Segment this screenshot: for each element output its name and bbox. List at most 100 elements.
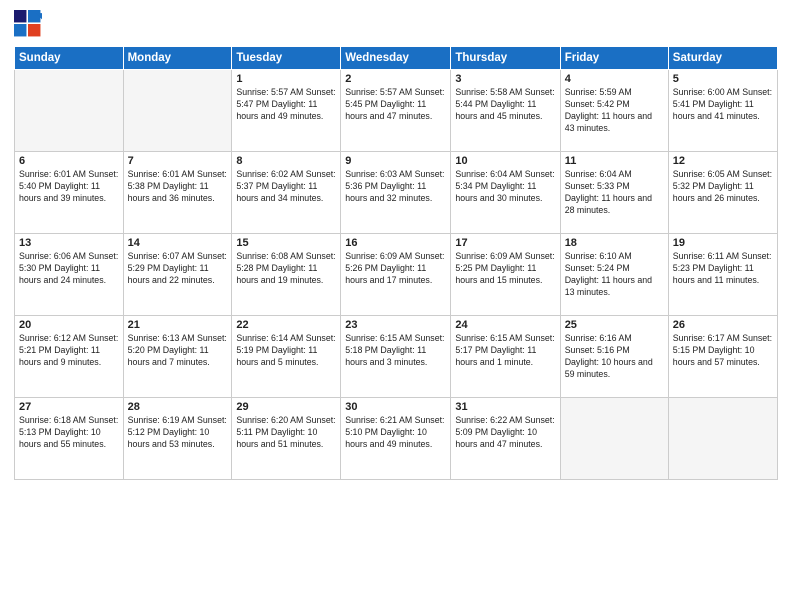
day-cell: 6 Sunrise: 6:01 AM Sunset: 5:40 PM Daylig… xyxy=(15,152,124,234)
day-detail: Sunrise: 5:58 AM Sunset: 5:44 PM Dayligh… xyxy=(455,87,555,123)
day-detail: Sunrise: 6:04 AM Sunset: 5:34 PM Dayligh… xyxy=(455,169,555,205)
day-cell: 30Sunrise: 6:21 AM Sunset: 5:10 PM Dayli… xyxy=(341,398,451,480)
day-cell: 14Sunrise: 6:07 AM Sunset: 5:29 PM Dayli… xyxy=(123,234,232,316)
day-number: 22 xyxy=(236,319,336,331)
day-detail: Sunrise: 5:59 AM Sunset: 5:42 PM Dayligh… xyxy=(565,87,664,135)
day-number: 3 xyxy=(455,73,555,85)
day-number: 21 xyxy=(128,319,228,331)
day-cell: 19 Sunrise: 6:11 AM Sunset: 5:23 PM Dayli… xyxy=(668,234,777,316)
day-cell: 22 Sunrise: 6:14 AM Sunset: 5:19 PM Dayli… xyxy=(232,316,341,398)
day-detail: Sunrise: 6:21 AM Sunset: 5:10 PM Dayligh… xyxy=(345,415,446,451)
day-number: 10 xyxy=(455,155,555,167)
day-cell: 4 Sunrise: 5:59 AM Sunset: 5:42 PM Daylig… xyxy=(560,70,668,152)
day-cell: 2 Sunrise: 5:57 AM Sunset: 5:45 PM Daylig… xyxy=(341,70,451,152)
day-cell: 8 Sunrise: 6:02 AM Sunset: 5:37 PM Daylig… xyxy=(232,152,341,234)
day-number: 5 xyxy=(673,73,773,85)
day-number: 28 xyxy=(128,401,228,413)
day-cell: 20 Sunrise: 6:12 AM Sunset: 5:21 PM Dayli… xyxy=(15,316,124,398)
day-cell: 26 Sunrise: 6:17 AM Sunset: 5:15 PM Dayli… xyxy=(668,316,777,398)
day-number: 27 xyxy=(19,401,119,413)
day-number: 23 xyxy=(345,319,446,331)
day-cell xyxy=(15,70,124,152)
day-cell: 28 Sunrise: 6:19 AM Sunset: 5:12 PM Dayli… xyxy=(123,398,232,480)
weekday-header-tuesday: Tuesday xyxy=(232,47,341,70)
week-row-3: 20 Sunrise: 6:12 AM Sunset: 5:21 PM Dayli… xyxy=(15,316,778,398)
day-detail: Sunrise: 6:08 AM Sunset: 5:28 PM Dayligh… xyxy=(236,251,336,287)
day-cell: 9 Sunrise: 6:03 AM Sunset: 5:36 PM Daylig… xyxy=(341,152,451,234)
day-detail: Sunrise: 6:06 AM Sunset: 5:30 PM Dayligh… xyxy=(19,251,119,287)
day-number: 9 xyxy=(345,155,446,167)
weekday-header-wednesday: Wednesday xyxy=(341,47,451,70)
day-cell: 17 Sunrise: 6:09 AM Sunset: 5:25 PM Dayli… xyxy=(451,234,560,316)
day-cell: 21 Sunrise: 6:13 AM Sunset: 5:20 PM Dayli… xyxy=(123,316,232,398)
day-detail: Sunrise: 6:20 AM Sunset: 5:11 PM Dayligh… xyxy=(236,415,336,451)
weekday-header-saturday: Saturday xyxy=(668,47,777,70)
day-cell: 25 Sunrise: 6:16 AM Sunset: 5:16 PM Dayli… xyxy=(560,316,668,398)
day-detail: Sunrise: 6:10 AM Sunset: 5:24 PM Dayligh… xyxy=(565,251,664,299)
day-detail: Sunrise: 5:57 AM Sunset: 5:45 PM Dayligh… xyxy=(345,87,446,123)
day-cell: 12 Sunrise: 6:05 AM Sunset: 5:32 PM Dayli… xyxy=(668,152,777,234)
day-detail: Sunrise: 6:01 AM Sunset: 5:38 PM Dayligh… xyxy=(128,169,228,205)
day-detail: Sunrise: 6:14 AM Sunset: 5:19 PM Dayligh… xyxy=(236,333,336,369)
day-detail: Sunrise: 6:15 AM Sunset: 5:17 PM Dayligh… xyxy=(455,333,555,369)
day-detail: Sunrise: 6:02 AM Sunset: 5:37 PM Dayligh… xyxy=(236,169,336,205)
day-number: 2 xyxy=(345,73,446,85)
weekday-header-thursday: Thursday xyxy=(451,47,560,70)
day-number: 20 xyxy=(19,319,119,331)
day-number: 26 xyxy=(673,319,773,331)
day-cell xyxy=(668,398,777,480)
week-row-4: 27 Sunrise: 6:18 AM Sunset: 5:13 PM Dayli… xyxy=(15,398,778,480)
day-cell: 7 Sunrise: 6:01 AM Sunset: 5:38 PM Daylig… xyxy=(123,152,232,234)
day-detail: Sunrise: 6:13 AM Sunset: 5:20 PM Dayligh… xyxy=(128,333,228,369)
day-detail: Sunrise: 6:11 AM Sunset: 5:23 PM Dayligh… xyxy=(673,251,773,287)
calendar-table: SundayMondayTuesdayWednesdayThursdayFrid… xyxy=(14,46,778,480)
day-number: 1 xyxy=(236,73,336,85)
day-detail: Sunrise: 6:04 AM Sunset: 5:33 PM Dayligh… xyxy=(565,169,664,217)
day-number: 25 xyxy=(565,319,664,331)
day-detail: Sunrise: 6:01 AM Sunset: 5:40 PM Dayligh… xyxy=(19,169,119,205)
day-cell: 11Sunrise: 6:04 AM Sunset: 5:33 PM Dayli… xyxy=(560,152,668,234)
weekday-header-friday: Friday xyxy=(560,47,668,70)
day-cell xyxy=(123,70,232,152)
day-cell xyxy=(560,398,668,480)
day-detail: Sunrise: 6:17 AM Sunset: 5:15 PM Dayligh… xyxy=(673,333,773,369)
day-cell: 15Sunrise: 6:08 AM Sunset: 5:28 PM Dayli… xyxy=(232,234,341,316)
day-number: 4 xyxy=(565,73,664,85)
day-number: 8 xyxy=(236,155,336,167)
day-detail: Sunrise: 6:03 AM Sunset: 5:36 PM Dayligh… xyxy=(345,169,446,205)
day-number: 16 xyxy=(345,237,446,249)
day-cell: 13 Sunrise: 6:06 AM Sunset: 5:30 PM Dayli… xyxy=(15,234,124,316)
day-detail: Sunrise: 6:19 AM Sunset: 5:12 PM Dayligh… xyxy=(128,415,228,451)
header xyxy=(14,10,778,38)
day-number: 7 xyxy=(128,155,228,167)
day-cell: 3 Sunrise: 5:58 AM Sunset: 5:44 PM Daylig… xyxy=(451,70,560,152)
calendar-container: SundayMondayTuesdayWednesdayThursdayFrid… xyxy=(0,0,792,612)
day-cell: 5Sunrise: 6:00 AM Sunset: 5:41 PM Daylig… xyxy=(668,70,777,152)
day-detail: Sunrise: 6:09 AM Sunset: 5:26 PM Dayligh… xyxy=(345,251,446,287)
day-number: 14 xyxy=(128,237,228,249)
week-row-2: 13 Sunrise: 6:06 AM Sunset: 5:30 PM Dayli… xyxy=(15,234,778,316)
day-number: 19 xyxy=(673,237,773,249)
logo-icon xyxy=(14,10,42,38)
day-detail: Sunrise: 6:15 AM Sunset: 5:18 PM Dayligh… xyxy=(345,333,446,369)
day-cell: 10 Sunrise: 6:04 AM Sunset: 5:34 PM Dayli… xyxy=(451,152,560,234)
day-number: 6 xyxy=(19,155,119,167)
day-number: 13 xyxy=(19,237,119,249)
weekday-header-sunday: Sunday xyxy=(15,47,124,70)
logo xyxy=(14,10,46,38)
day-cell: 31Sunrise: 6:22 AM Sunset: 5:09 PM Dayli… xyxy=(451,398,560,480)
day-cell: 23 Sunrise: 6:15 AM Sunset: 5:18 PM Dayli… xyxy=(341,316,451,398)
day-cell: 16 Sunrise: 6:09 AM Sunset: 5:26 PM Dayli… xyxy=(341,234,451,316)
day-number: 24 xyxy=(455,319,555,331)
weekday-header-monday: Monday xyxy=(123,47,232,70)
day-detail: Sunrise: 6:16 AM Sunset: 5:16 PM Dayligh… xyxy=(565,333,664,381)
day-detail: Sunrise: 6:05 AM Sunset: 5:32 PM Dayligh… xyxy=(673,169,773,205)
day-number: 17 xyxy=(455,237,555,249)
day-number: 18 xyxy=(565,237,664,249)
day-detail: Sunrise: 6:12 AM Sunset: 5:21 PM Dayligh… xyxy=(19,333,119,369)
day-detail: Sunrise: 6:18 AM Sunset: 5:13 PM Dayligh… xyxy=(19,415,119,451)
day-number: 31 xyxy=(455,401,555,413)
day-detail: Sunrise: 6:09 AM Sunset: 5:25 PM Dayligh… xyxy=(455,251,555,287)
day-number: 12 xyxy=(673,155,773,167)
day-cell: 27 Sunrise: 6:18 AM Sunset: 5:13 PM Dayli… xyxy=(15,398,124,480)
